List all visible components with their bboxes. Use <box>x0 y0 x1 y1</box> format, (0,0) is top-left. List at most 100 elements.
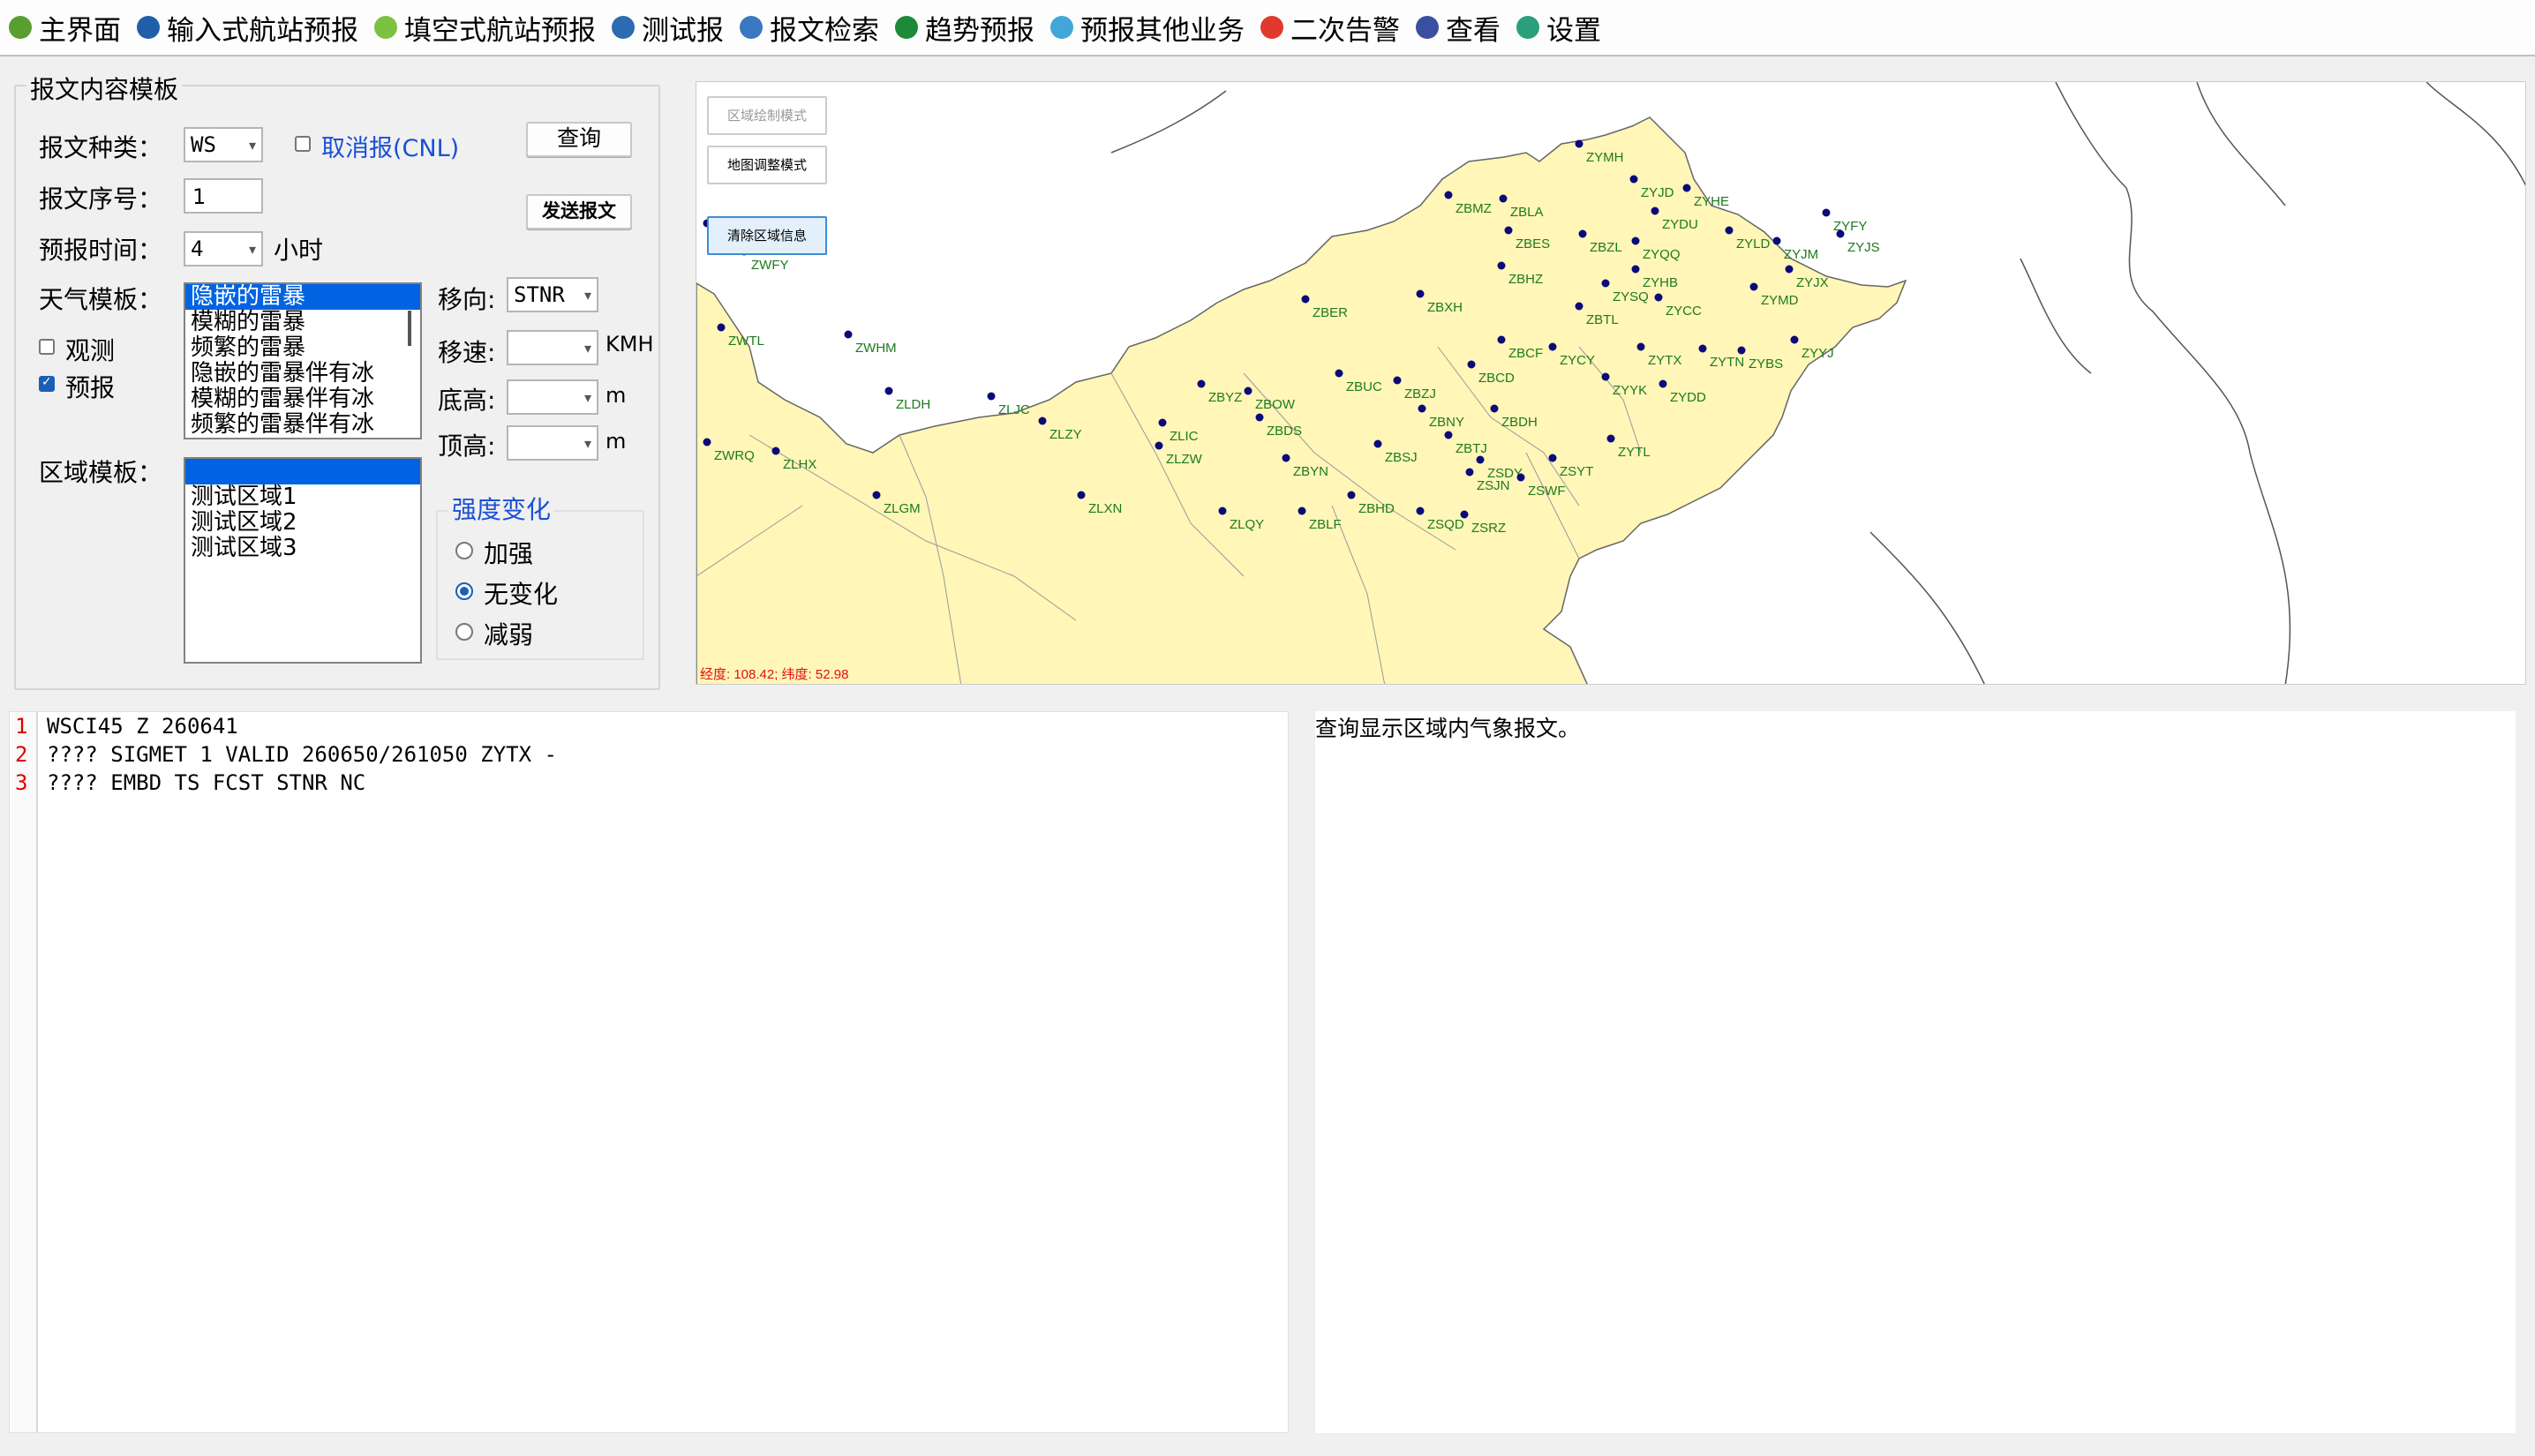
cancel-checkbox[interactable] <box>295 136 311 152</box>
station-marker[interactable] <box>1631 236 1640 245</box>
station-marker[interactable] <box>1790 335 1799 344</box>
station-marker[interactable] <box>1418 404 1426 413</box>
list-item[interactable]: 测试区域2 <box>185 510 420 536</box>
station-marker[interactable] <box>1155 441 1163 450</box>
weather-template-list[interactable]: 隐嵌的雷暴 模糊的雷暴 频繁的雷暴 隐嵌的雷暴伴有冰 模糊的雷暴伴有冰 频繁的雷暴伴有冰 <box>184 282 422 439</box>
menu-item-2[interactable]: 填空式航站预报 <box>371 3 608 52</box>
menu-item-7[interactable]: 二次告警 <box>1257 3 1412 52</box>
station-marker[interactable] <box>1578 229 1587 238</box>
station-marker[interactable] <box>771 447 780 455</box>
station-marker[interactable] <box>1785 265 1794 274</box>
menu-item-9[interactable]: 设置 <box>1513 3 1614 52</box>
station-marker[interactable] <box>872 491 881 499</box>
list-item[interactable] <box>185 459 420 484</box>
menu-item-5[interactable]: 趋势预报 <box>891 3 1047 52</box>
station-marker[interactable] <box>1631 265 1640 274</box>
station-marker[interactable] <box>1444 431 1453 439</box>
forecast-time-select[interactable]: 4 ▾ <box>184 231 263 266</box>
station-marker[interactable] <box>1335 369 1343 378</box>
station-marker[interactable] <box>1516 473 1525 482</box>
station-marker[interactable] <box>1548 342 1557 351</box>
station-marker[interactable] <box>1575 302 1583 311</box>
station-marker[interactable] <box>1654 293 1663 302</box>
station-marker[interactable] <box>1499 194 1508 203</box>
station-marker[interactable] <box>1373 439 1382 448</box>
draw-region-mode-button[interactable]: 区域绘制模式 <box>707 96 827 135</box>
station-marker[interactable] <box>1601 279 1610 288</box>
station-marker[interactable] <box>1476 455 1485 464</box>
station-marker[interactable] <box>1836 229 1845 238</box>
list-item[interactable]: 隐嵌的雷暴 <box>185 284 420 310</box>
list-item[interactable]: 模糊的雷暴 <box>185 310 420 335</box>
station-marker[interactable] <box>1444 191 1453 199</box>
station-marker[interactable] <box>1725 226 1734 235</box>
station-marker[interactable] <box>703 438 711 447</box>
editor-line[interactable]: ???? SIGMET 1 VALID 260650/261050 ZYTX - <box>47 742 557 767</box>
list-item[interactable]: 隐嵌的雷暴伴有冰 <box>185 361 420 387</box>
station-marker[interactable] <box>1416 507 1425 515</box>
station-marker[interactable] <box>1606 434 1615 443</box>
query-button[interactable]: 查询 <box>526 122 632 157</box>
station-marker[interactable] <box>1158 418 1167 427</box>
scrollbar-thumb[interactable] <box>408 311 411 346</box>
send-button[interactable]: 发送报文 <box>526 194 632 229</box>
map-panel[interactable]: ZYMHZYJDZYHEZBMZZBLAZYDUZYFYZWATZBESZBZL… <box>696 81 2526 685</box>
station-marker[interactable] <box>1497 335 1506 344</box>
observe-checkbox[interactable] <box>39 339 55 355</box>
station-marker[interactable] <box>1301 295 1310 304</box>
station-marker[interactable] <box>1218 507 1227 515</box>
menu-item-0[interactable]: 主界面 <box>5 3 133 52</box>
menu-item-3[interactable]: 测试报 <box>608 3 736 52</box>
station-marker[interactable] <box>1393 376 1402 385</box>
clear-region-button[interactable]: 清除区域信息 <box>707 216 827 255</box>
station-marker[interactable] <box>1548 454 1557 462</box>
menu-item-1[interactable]: 输入式航站预报 <box>133 3 371 52</box>
station-marker[interactable] <box>884 387 893 395</box>
base-height-select[interactable]: ▾ <box>507 379 598 415</box>
station-marker[interactable] <box>1077 491 1086 499</box>
station-marker[interactable] <box>1504 226 1513 235</box>
station-marker[interactable] <box>1651 206 1659 215</box>
station-marker[interactable] <box>1575 139 1583 148</box>
station-marker[interactable] <box>1749 282 1758 291</box>
station-marker[interactable] <box>1698 344 1707 353</box>
station-marker[interactable] <box>1416 289 1425 298</box>
station-marker[interactable] <box>1298 507 1306 515</box>
top-height-select[interactable]: ▾ <box>507 425 598 461</box>
station-marker[interactable] <box>1244 387 1252 395</box>
menu-item-6[interactable]: 预报其他业务 <box>1047 3 1257 52</box>
station-marker[interactable] <box>1255 413 1264 422</box>
intensity-nochange-radio[interactable] <box>455 582 473 600</box>
station-marker[interactable] <box>1465 468 1474 477</box>
map-canvas[interactable]: ZYMHZYJDZYHEZBMZZBLAZYDUZYFYZWATZBESZBZL… <box>696 82 2526 685</box>
list-item[interactable]: 测试区域3 <box>185 536 420 561</box>
move-dir-select[interactable]: STNR ▾ <box>507 277 598 312</box>
station-marker[interactable] <box>1490 404 1499 413</box>
station-marker[interactable] <box>987 392 996 401</box>
station-marker[interactable] <box>1682 184 1691 192</box>
move-speed-select[interactable]: ▾ <box>507 330 598 365</box>
station-marker[interactable] <box>1497 261 1506 270</box>
station-marker[interactable] <box>1282 454 1290 462</box>
station-marker[interactable] <box>1601 372 1610 381</box>
list-item[interactable]: 频繁的雷暴 <box>185 335 420 361</box>
station-marker[interactable] <box>1636 342 1645 351</box>
intensity-weaken-radio[interactable] <box>455 623 473 641</box>
forecast-checkbox[interactable] <box>39 375 55 392</box>
region-template-list[interactable]: 测试区域1 测试区域2 测试区域3 <box>184 457 422 664</box>
station-marker[interactable] <box>1772 236 1781 245</box>
station-marker[interactable] <box>1197 379 1206 388</box>
cancel-label[interactable]: 取消报(CNL) <box>321 129 459 163</box>
menu-item-4[interactable]: 报文检索 <box>736 3 891 52</box>
intensity-strengthen-radio[interactable] <box>455 542 473 559</box>
list-item[interactable]: 模糊的雷暴伴有冰 <box>185 387 420 412</box>
list-item[interactable]: 测试区域1 <box>185 484 420 510</box>
station-marker[interactable] <box>1737 346 1746 355</box>
station-marker[interactable] <box>844 330 853 339</box>
station-marker[interactable] <box>1467 360 1476 369</box>
editor-line[interactable]: WSCI45 Z 260641 <box>47 714 238 739</box>
query-result-panel[interactable]: 查询显示区域内气象报文。 <box>1315 711 2516 1433</box>
station-marker[interactable] <box>717 323 726 332</box>
station-marker[interactable] <box>1038 417 1047 425</box>
seq-input[interactable]: 1 <box>184 178 263 214</box>
